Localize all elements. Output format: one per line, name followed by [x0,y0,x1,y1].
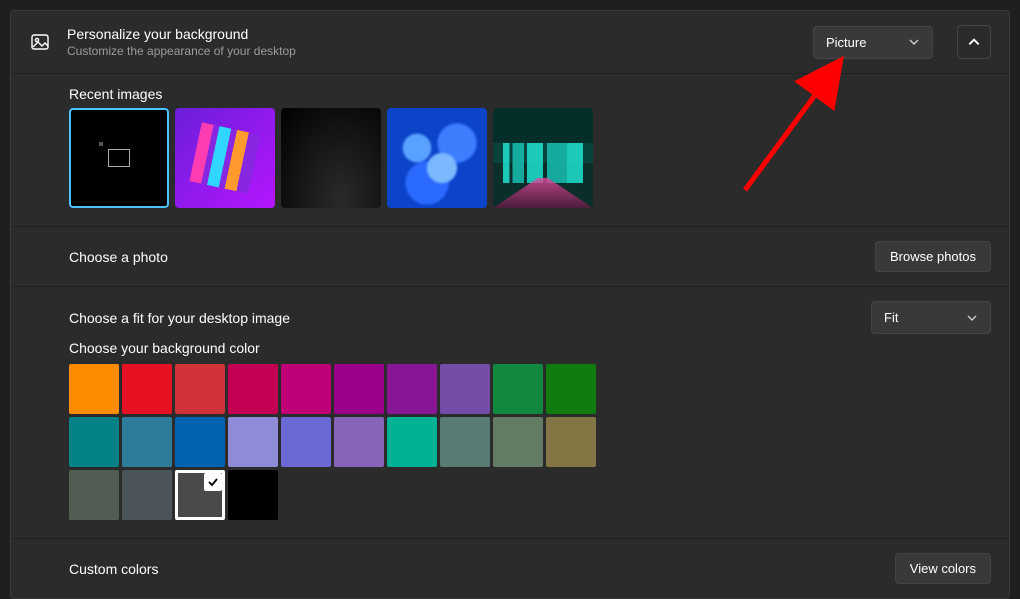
color-swatch[interactable] [175,364,225,414]
color-swatch[interactable] [281,364,331,414]
color-swatch[interactable] [122,364,172,414]
choose-photo-row: Choose a photo Browse photos [11,226,1009,286]
dropdown-value: Fit [884,310,898,325]
fit-dropdown[interactable]: Fit [871,301,991,334]
custom-colors-label: Custom colors [69,561,895,577]
check-icon [204,473,222,491]
color-swatch[interactable] [69,470,119,520]
color-swatch[interactable] [228,470,278,520]
color-grid [11,364,601,520]
background-type-dropdown[interactable]: Picture [813,26,933,59]
color-swatch[interactable] [334,417,384,467]
color-swatch[interactable] [546,364,596,414]
color-swatch[interactable] [334,364,384,414]
dropdown-value: Picture [826,35,866,50]
choose-fit-row: Choose a fit for your desktop image Fit [11,286,1009,340]
background-color-label: Choose your background color [11,340,1009,364]
color-swatch[interactable] [228,364,278,414]
collapse-button[interactable] [957,25,991,59]
color-swatch[interactable] [228,417,278,467]
panel-subtitle: Customize the appearance of your desktop [67,44,797,58]
chevron-down-icon [908,36,920,48]
color-swatch[interactable] [175,470,225,520]
picture-icon [29,32,51,52]
chevron-up-icon [967,35,981,49]
color-swatch[interactable] [493,417,543,467]
recent-image-thumb[interactable] [387,108,487,208]
recent-image-thumb[interactable] [493,108,593,208]
color-swatch[interactable] [387,417,437,467]
color-swatch[interactable] [387,364,437,414]
recent-image-thumb[interactable] [281,108,381,208]
color-swatch[interactable] [69,417,119,467]
color-swatch[interactable] [440,417,490,467]
panel-title: Personalize your background [67,26,797,42]
color-swatch[interactable] [69,364,119,414]
color-swatch[interactable] [493,364,543,414]
browse-photos-button[interactable]: Browse photos [875,241,991,272]
recent-images-section: Recent images [11,73,1009,226]
custom-colors-row: Custom colors View colors [11,538,1009,598]
choose-fit-label: Choose a fit for your desktop image [69,310,871,326]
chevron-down-icon [966,312,978,324]
recent-image-thumb[interactable] [69,108,169,208]
recent-images-label: Recent images [11,86,1009,102]
recent-image-thumb[interactable] [175,108,275,208]
color-swatch[interactable] [546,417,596,467]
background-color-section: Choose your background color [11,340,1009,538]
color-swatch[interactable] [440,364,490,414]
view-colors-button[interactable]: View colors [895,553,991,584]
color-swatch[interactable] [281,417,331,467]
choose-photo-label: Choose a photo [69,249,875,265]
personalize-background-panel: Personalize your background Customize th… [10,10,1010,599]
recent-images-row [11,102,1009,208]
color-swatch[interactable] [175,417,225,467]
panel-header: Personalize your background Customize th… [11,11,1009,73]
color-swatch[interactable] [122,470,172,520]
color-swatch[interactable] [122,417,172,467]
